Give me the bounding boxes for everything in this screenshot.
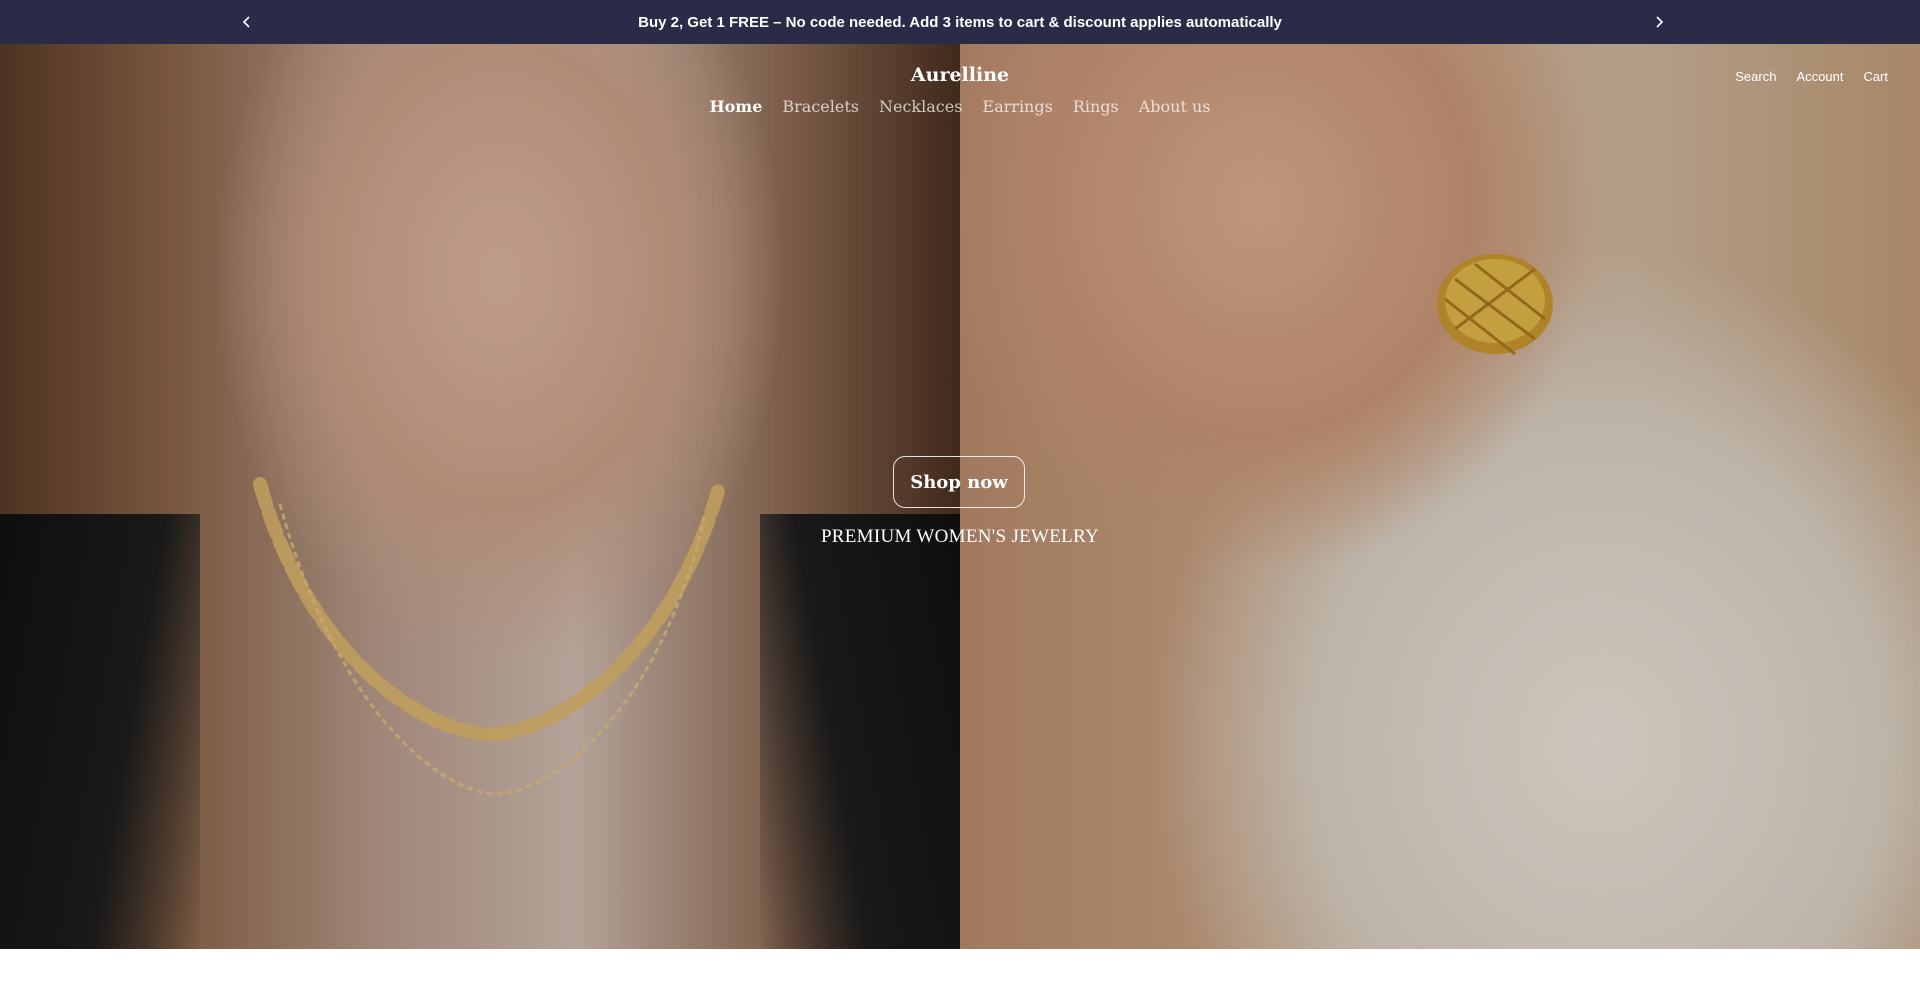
announcement-text: Buy 2, Get 1 FREE – No code needed. Add … [638,13,1282,31]
chevron-right-icon [1656,16,1664,28]
nav-item-necklaces[interactable]: Necklaces [879,97,962,116]
nav-item-rings[interactable]: Rings [1073,97,1119,116]
announcement-bar: Buy 2, Get 1 FREE – No code needed. Add … [0,0,1920,44]
nav-item-about-us[interactable]: About us [1139,97,1211,116]
search-link[interactable]: Search [1735,69,1776,84]
chevron-left-icon [242,16,250,28]
announcement-next-button[interactable] [1646,9,1672,35]
main-nav: Home Bracelets Necklaces Earrings Rings … [0,97,1920,116]
site-header: Aurelline Home Bracelets Necklaces Earri… [0,44,1920,134]
hero-tagline: PREMIUM WOMEN'S JEWELRY [820,526,1100,547]
announcement-prev-button[interactable] [234,9,260,35]
header-actions: Search Account Cart [1735,69,1888,84]
shop-now-button[interactable]: Shop now [893,456,1025,508]
nav-item-earrings[interactable]: Earrings [982,97,1052,116]
nav-item-bracelets[interactable]: Bracelets [782,97,859,116]
cart-link[interactable]: Cart [1863,69,1888,84]
site-logo[interactable]: Aurelline [0,64,1920,86]
account-link[interactable]: Account [1796,69,1843,84]
nav-item-home[interactable]: Home [709,97,762,116]
